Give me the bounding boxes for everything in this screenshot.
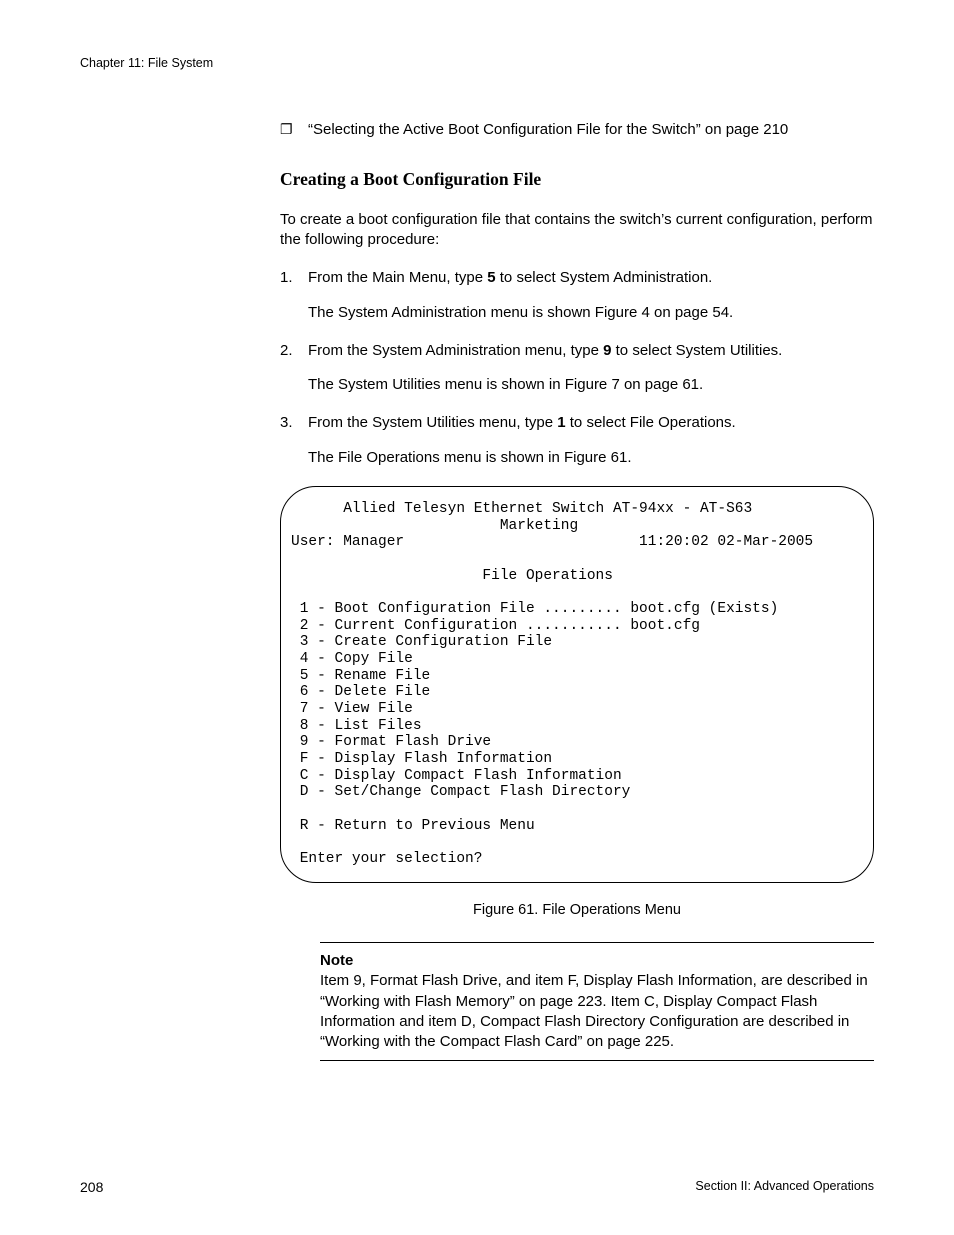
step-text-pre: From the System Utilities menu, type: [308, 414, 557, 431]
step-1: 1. From the Main Menu, type 5 to select …: [280, 268, 874, 288]
bullet-glyph-icon: ❐: [280, 120, 308, 140]
step-body: From the Main Menu, type 5 to select Sys…: [308, 268, 874, 288]
step-text-post: to select File Operations.: [566, 414, 736, 431]
intro-paragraph: To create a boot configuration file that…: [280, 210, 874, 251]
section-label: Section II: Advanced Operations: [695, 1179, 874, 1195]
note-body: Item 9, Format Flash Drive, and item F, …: [320, 971, 874, 1052]
step-body: From the System Utilities menu, type 1 t…: [308, 413, 874, 433]
step-text-post: to select System Administration.: [496, 269, 713, 286]
running-header: Chapter 11: File System: [80, 56, 874, 70]
step-number: 3.: [280, 413, 308, 433]
step-number: 2.: [280, 341, 308, 361]
step-1-result: The System Administration menu is shown …: [308, 303, 874, 323]
step-2-result: The System Utilities menu is shown in Fi…: [308, 375, 874, 395]
step-text-post: to select System Utilities.: [611, 342, 782, 359]
figure-caption: Figure 61. File Operations Menu: [280, 901, 874, 921]
bullet-item: ❐ “Selecting the Active Boot Configurati…: [280, 120, 874, 140]
note-label: Note: [320, 951, 874, 971]
step-2: 2. From the System Administration menu, …: [280, 341, 874, 361]
note-block: Note Item 9, Format Flash Drive, and ite…: [320, 942, 874, 1061]
page-number: 208: [80, 1179, 103, 1195]
step-text-pre: From the System Administration menu, typ…: [308, 342, 603, 359]
bullet-text: “Selecting the Active Boot Configuration…: [308, 120, 788, 140]
terminal-screenshot: Allied Telesyn Ethernet Switch AT-94xx -…: [280, 486, 874, 883]
step-3: 3. From the System Utilities menu, type …: [280, 413, 874, 433]
section-heading: Creating a Boot Configuration File: [280, 168, 874, 192]
step-number: 1.: [280, 268, 308, 288]
step-text-pre: From the Main Menu, type: [308, 269, 487, 286]
page-container: Chapter 11: File System ❐ “Selecting the…: [0, 0, 954, 1235]
step-3-result: The File Operations menu is shown in Fig…: [308, 448, 874, 468]
step-body: From the System Administration menu, typ…: [308, 341, 874, 361]
main-content: ❐ “Selecting the Active Boot Configurati…: [280, 120, 874, 1061]
step-text-bold: 1: [557, 414, 565, 431]
step-text-bold: 5: [487, 269, 495, 286]
page-footer: 208 Section II: Advanced Operations: [80, 1179, 874, 1195]
